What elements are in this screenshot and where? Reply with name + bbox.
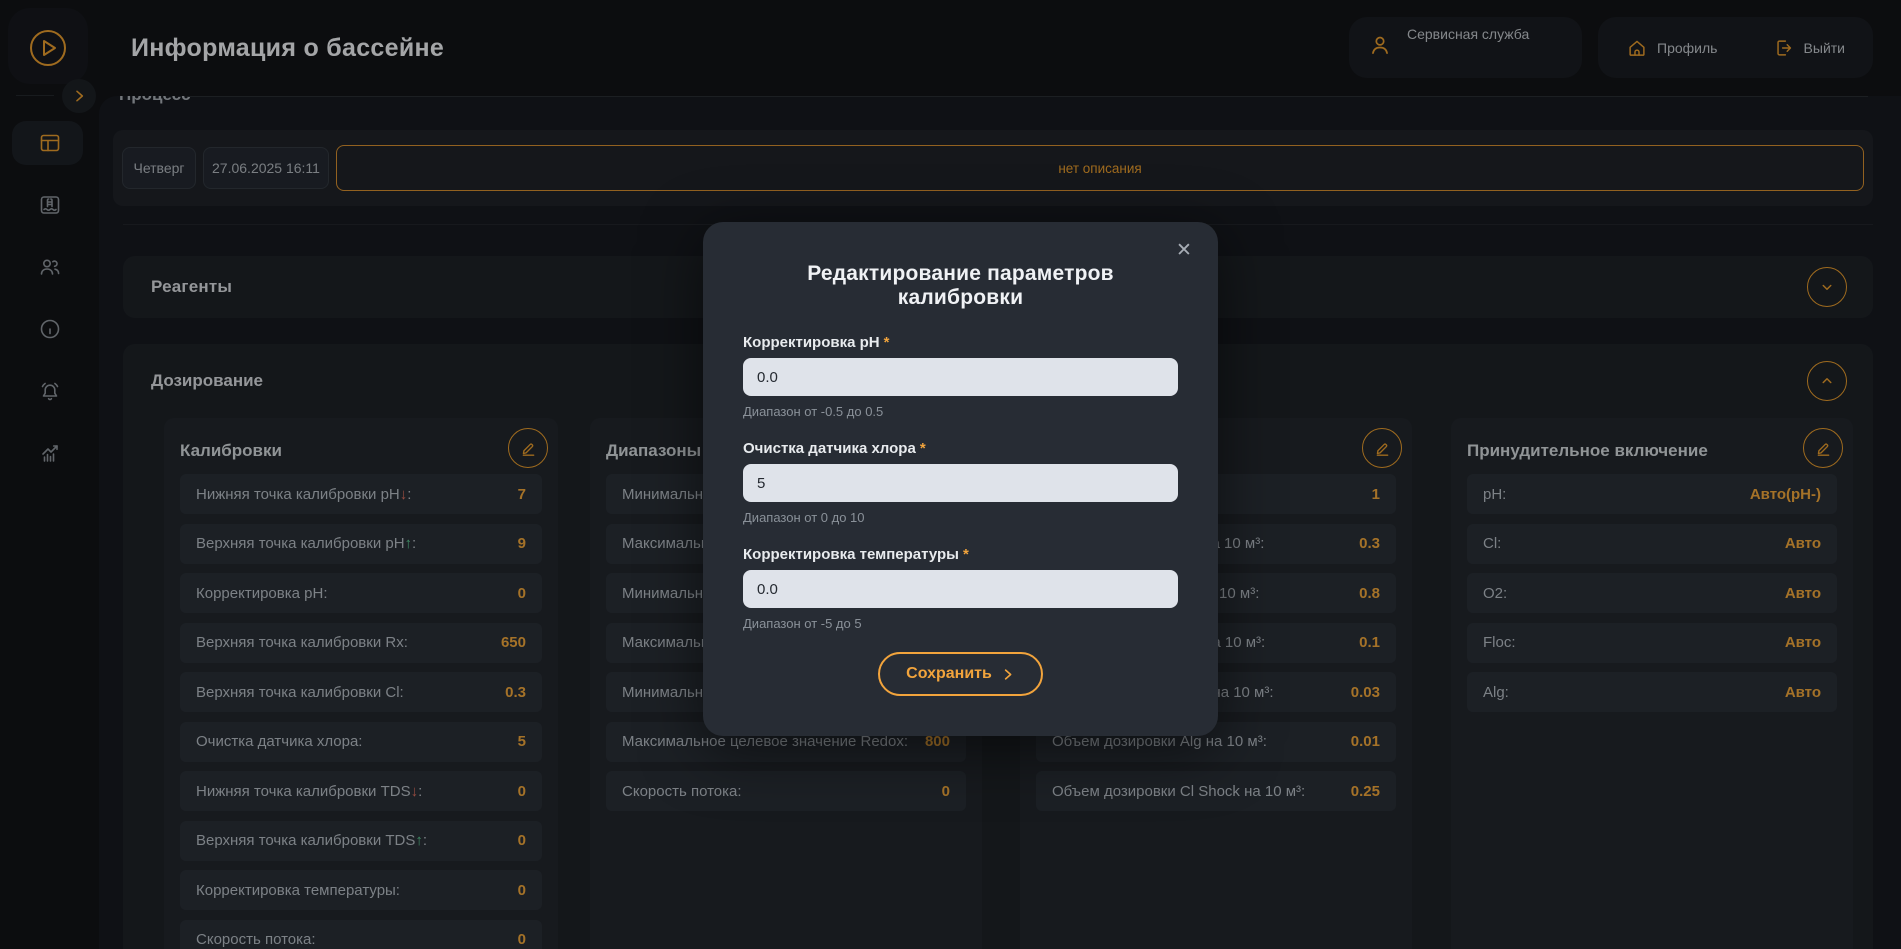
required-marker: * bbox=[884, 334, 890, 351]
field-input[interactable] bbox=[743, 570, 1178, 608]
chevron-right-icon bbox=[1000, 667, 1015, 682]
app-root: Информация о бассейне Сервисная служба П… bbox=[0, 0, 1901, 949]
modal-fields: Корректировка pH* Диапазон от -0.5 до 0.5… bbox=[743, 334, 1178, 631]
field-input[interactable] bbox=[743, 464, 1178, 502]
calibration-modal: ✕ Редактирование параметров калибровки К… bbox=[703, 222, 1218, 736]
form-field: Корректировка температуры* Диапазон от -5… bbox=[743, 546, 1178, 631]
required-marker: * bbox=[963, 546, 969, 563]
field-label: Корректировка температуры* bbox=[743, 546, 1178, 563]
field-hint: Диапазон от -5 до 5 bbox=[743, 616, 1178, 631]
field-label: Очистка датчика хлора* bbox=[743, 440, 1178, 457]
modal-title: Редактирование параметров калибровки bbox=[743, 262, 1178, 310]
save-button[interactable]: Сохранить bbox=[878, 652, 1043, 696]
form-field: Корректировка pH* Диапазон от -0.5 до 0.5 bbox=[743, 334, 1178, 419]
field-label: Корректировка pH* bbox=[743, 334, 1178, 351]
required-marker: * bbox=[920, 440, 926, 457]
field-input[interactable] bbox=[743, 358, 1178, 396]
close-icon[interactable]: ✕ bbox=[1170, 236, 1198, 264]
field-hint: Диапазон от -0.5 до 0.5 bbox=[743, 404, 1178, 419]
form-field: Очистка датчика хлора* Диапазон от 0 до 1… bbox=[743, 440, 1178, 525]
field-hint: Диапазон от 0 до 10 bbox=[743, 510, 1178, 525]
save-label: Сохранить bbox=[906, 665, 992, 683]
